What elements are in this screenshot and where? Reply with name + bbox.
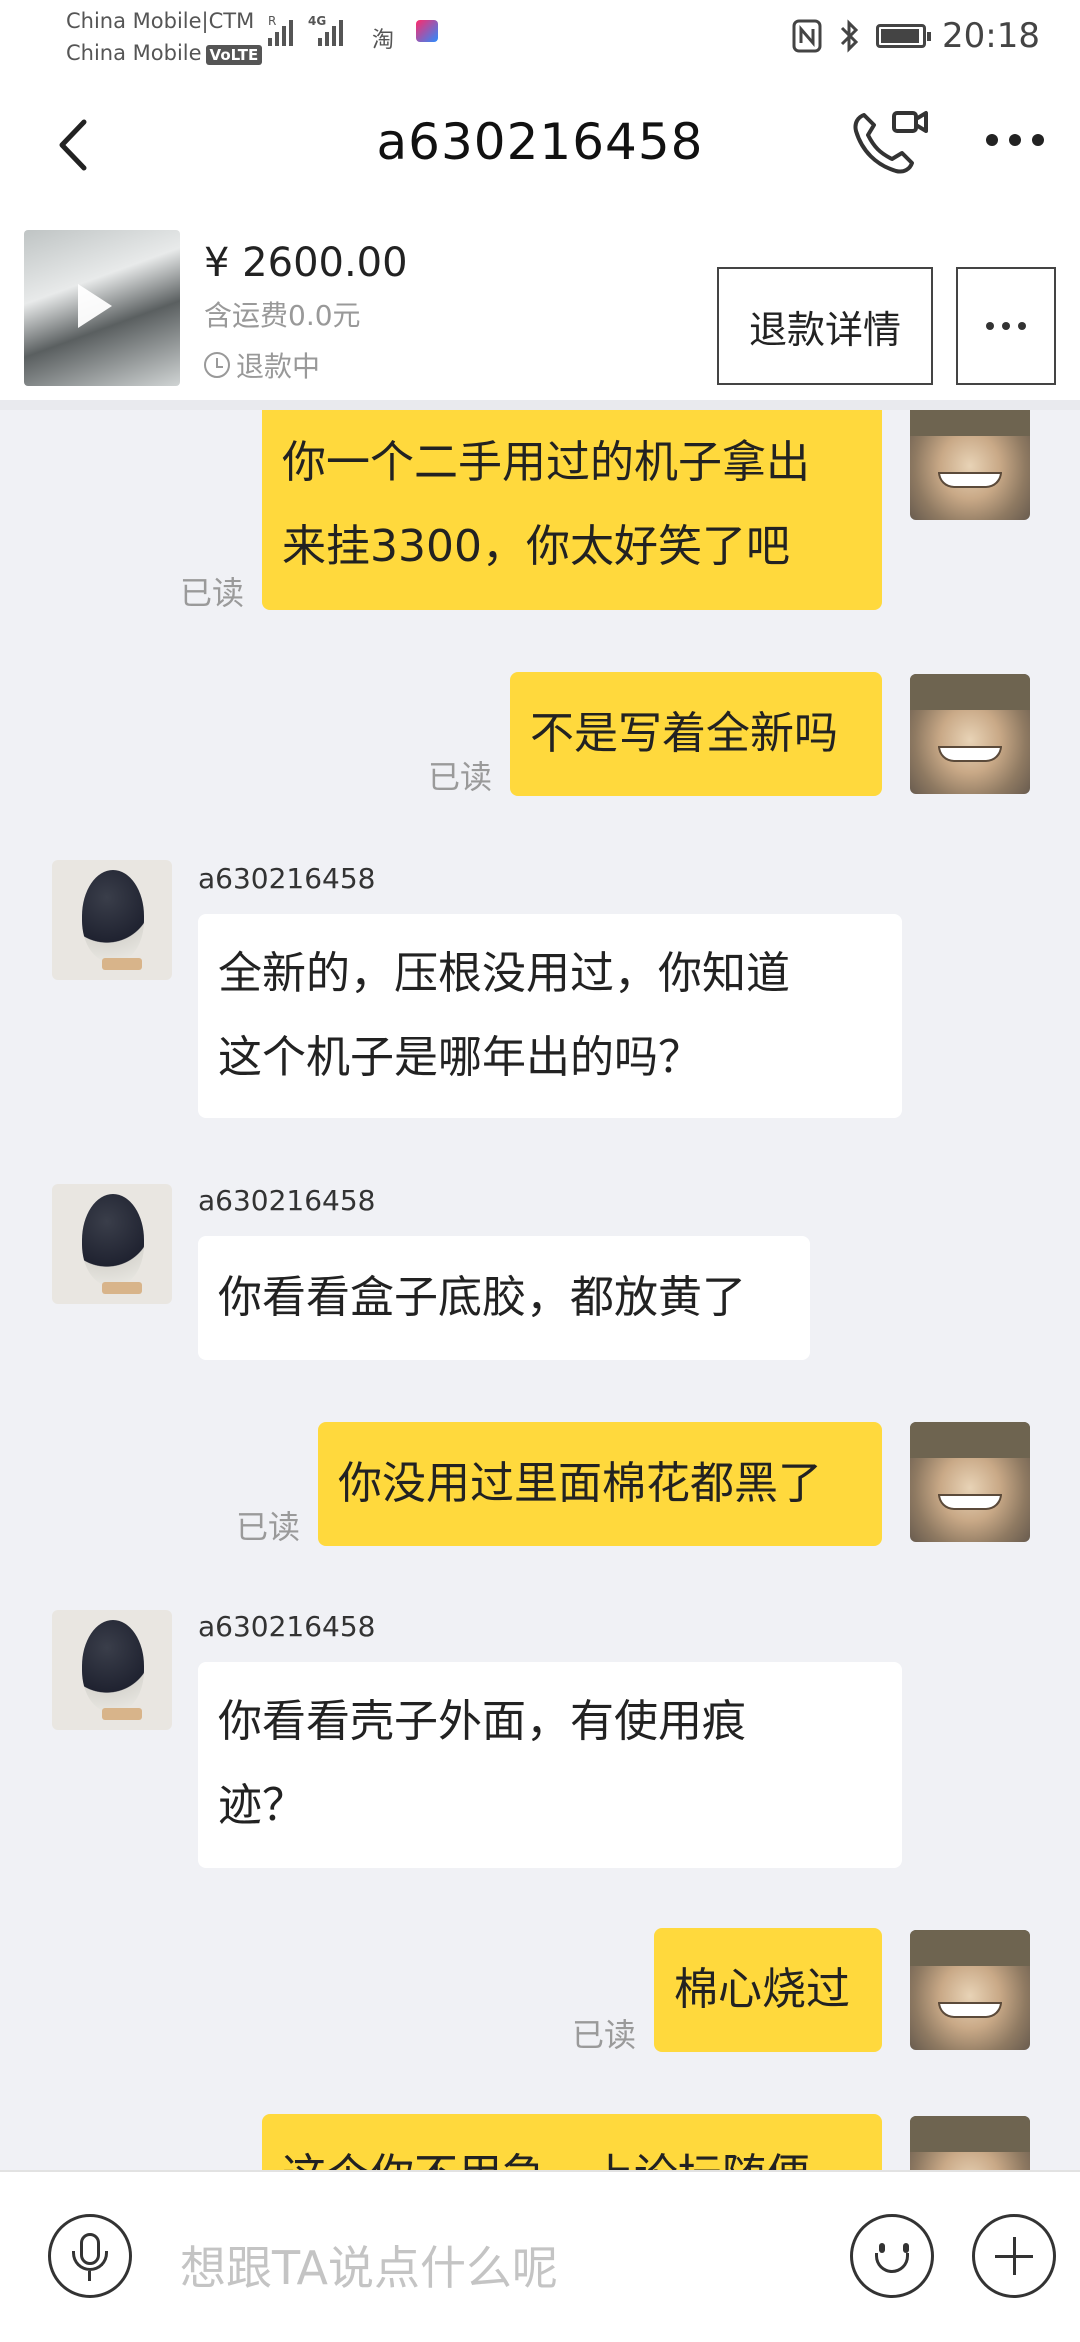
network-4g-label: 4G	[308, 14, 327, 28]
contact-avatar[interactable]	[52, 1184, 172, 1304]
refund-status: 退款中	[204, 345, 320, 385]
refund-details-button[interactable]: 退款详情	[717, 267, 933, 385]
play-icon	[78, 284, 112, 328]
read-receipt: 已读	[572, 2016, 637, 2054]
message-bubble-received[interactable]: 你看看壳子外面，有使用痕 迹？	[198, 1662, 902, 1868]
order-card[interactable]: ¥ 2600.00 含运费0.0元 退款中 退款详情	[0, 210, 1080, 410]
message-bubble-sent[interactable]: 不是写着全新吗	[510, 672, 882, 796]
message-bubble-sent[interactable]: 棉心烧过	[654, 1928, 882, 2052]
my-avatar[interactable]	[910, 2116, 1030, 2170]
carrier-1: China Mobile|CTM	[66, 9, 255, 33]
product-price: ¥ 2600.00	[204, 240, 408, 286]
read-receipt: 已读	[180, 574, 245, 612]
bluetooth-icon	[840, 19, 859, 53]
contact-avatar[interactable]	[52, 1610, 172, 1730]
sender-name: a630216458	[198, 1610, 376, 1643]
nfc-icon	[792, 19, 822, 53]
status-bar: China Mobile|CTM China Mobile VoLTE R 4G …	[0, 0, 1080, 75]
smiley-icon	[879, 2243, 885, 2253]
message-bubble-sent[interactable]: 你没用过里面棉花都黑了	[318, 1422, 882, 1546]
chat-area[interactable]: 你一个二手用过的机子拿出 来挂3300，你太好笑了吧 已读 不是写着全新吗 已读…	[0, 410, 1080, 2170]
more-icon[interactable]	[980, 115, 1050, 165]
message-input[interactable]: 想跟TA说点什么呢	[180, 2232, 558, 2298]
refund-status-label: 退款中	[236, 350, 321, 383]
clock-icon	[204, 352, 230, 378]
status-right: 20:18	[792, 16, 1040, 56]
battery-icon	[876, 24, 932, 48]
dot-icon	[986, 322, 994, 330]
youku-icon	[416, 20, 438, 42]
dot-icon	[1002, 322, 1010, 330]
contact-avatar[interactable]	[52, 860, 172, 980]
product-thumbnail[interactable]	[24, 230, 180, 386]
video-call-icon[interactable]	[850, 107, 930, 177]
message-input-bar: 想跟TA说点什么呢	[0, 2170, 1080, 2342]
shipping-fee: 含运费0.0元	[204, 299, 361, 332]
order-more-button[interactable]	[956, 267, 1056, 385]
my-avatar[interactable]	[910, 410, 1030, 520]
nav-bar: a630216458	[0, 75, 1080, 210]
my-avatar[interactable]	[910, 1930, 1030, 2050]
voice-input-button[interactable]	[48, 2214, 132, 2298]
read-receipt: 已读	[428, 758, 493, 796]
sender-name: a630216458	[198, 1184, 376, 1217]
carrier-2-label: China Mobile	[66, 41, 202, 65]
read-receipt: 已读	[236, 1508, 301, 1546]
message-bubble-sent[interactable]: 这个你不用急，上论坛随便	[262, 2114, 882, 2170]
carrier-2: China Mobile VoLTE	[66, 40, 263, 66]
roaming-label: R	[268, 14, 277, 28]
emoji-button[interactable]	[850, 2214, 934, 2298]
my-avatar[interactable]	[910, 674, 1030, 794]
dot-icon	[1018, 322, 1026, 330]
message-bubble-received[interactable]: 你看看盒子底胶，都放黄了	[198, 1236, 810, 1360]
my-avatar[interactable]	[910, 1422, 1030, 1542]
add-attachment-button[interactable]	[972, 2214, 1056, 2298]
volte-badge: VoLTE	[205, 45, 263, 65]
taobao-icon: 淘	[372, 28, 395, 53]
message-bubble-sent[interactable]: 你一个二手用过的机子拿出 来挂3300，你太好笑了吧	[262, 410, 882, 610]
clock-time: 20:18	[942, 16, 1040, 56]
message-bubble-received[interactable]: 全新的，压根没用过，你知道 这个机子是哪年出的吗？	[198, 914, 902, 1118]
sender-name: a630216458	[198, 862, 376, 895]
